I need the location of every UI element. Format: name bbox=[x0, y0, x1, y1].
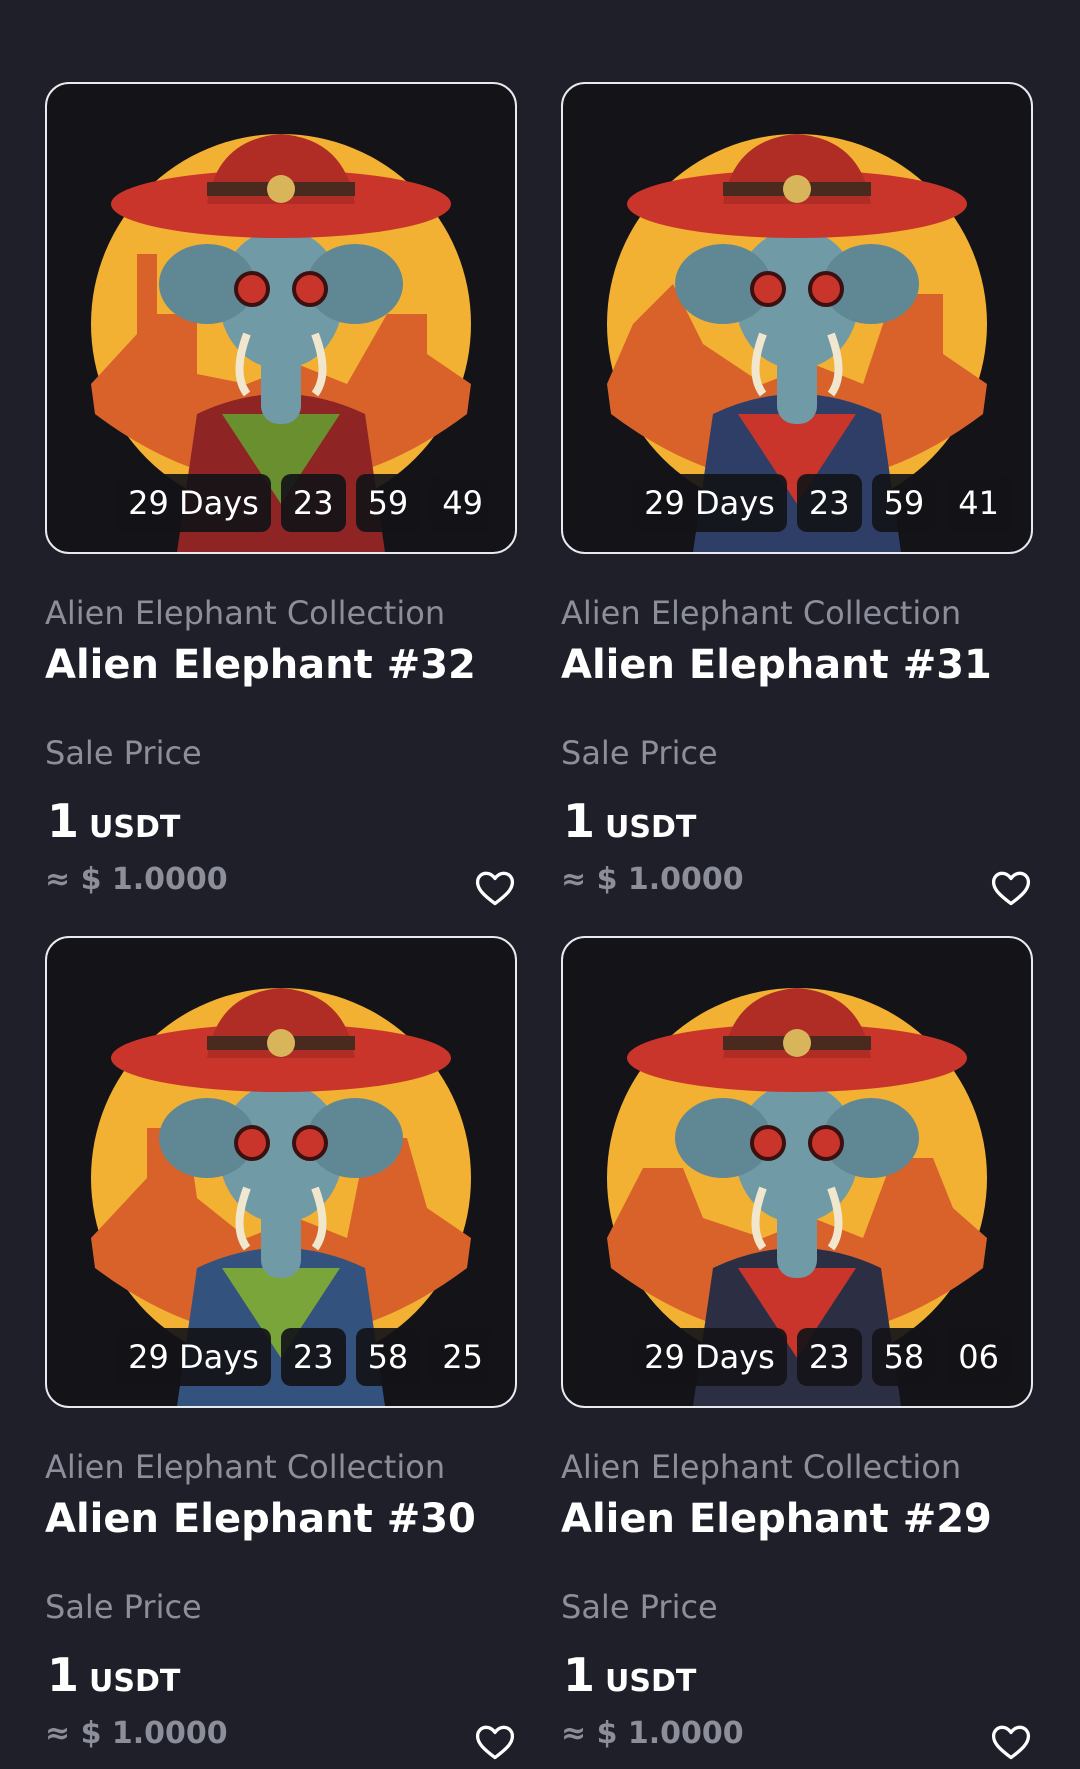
price-value: 1 bbox=[47, 1648, 80, 1702]
sale-price-label: Sale Price bbox=[561, 734, 718, 772]
nft-card[interactable]: 29 Days 23 58 06 Alien Elephant Collecti… bbox=[561, 936, 1033, 1760]
nft-title[interactable]: Alien Elephant #31 bbox=[561, 642, 992, 688]
collection-name[interactable]: Alien Elephant Collection bbox=[45, 594, 445, 632]
nft-card[interactable]: 29 Days 23 58 25 Alien Elephant Collecti… bbox=[45, 936, 517, 1760]
countdown-seconds: 41 bbox=[946, 474, 1011, 532]
countdown-days: 29 Days bbox=[632, 474, 787, 532]
countdown-timer: 29 Days 23 59 49 bbox=[116, 474, 495, 532]
price: 1 USDT bbox=[563, 1648, 696, 1702]
countdown-hours: 23 bbox=[796, 1328, 862, 1386]
sale-price-label: Sale Price bbox=[45, 1588, 202, 1626]
countdown-days: 29 Days bbox=[632, 1328, 787, 1386]
nft-image[interactable]: 29 Days 23 59 41 bbox=[561, 82, 1033, 554]
collection-name[interactable]: Alien Elephant Collection bbox=[561, 594, 961, 632]
nft-title[interactable]: Alien Elephant #29 bbox=[561, 1496, 992, 1542]
countdown-hours: 23 bbox=[280, 474, 346, 532]
countdown-timer: 29 Days 23 58 06 bbox=[632, 1328, 1011, 1386]
price: 1 USDT bbox=[47, 1648, 180, 1702]
countdown-timer: 29 Days 23 59 41 bbox=[632, 474, 1011, 532]
countdown-minutes: 58 bbox=[355, 1328, 421, 1386]
collection-name[interactable]: Alien Elephant Collection bbox=[561, 1448, 961, 1486]
countdown-minutes: 59 bbox=[871, 474, 937, 532]
heart-outline-icon[interactable] bbox=[473, 866, 517, 910]
heart-outline-icon[interactable] bbox=[989, 1720, 1033, 1764]
countdown-seconds: 25 bbox=[430, 1328, 495, 1386]
price: 1 USDT bbox=[563, 794, 696, 848]
heart-outline-icon[interactable] bbox=[989, 866, 1033, 910]
price-unit: USDT bbox=[605, 810, 697, 845]
price-unit: USDT bbox=[605, 1664, 697, 1699]
nft-image[interactable]: 29 Days 23 59 49 bbox=[45, 82, 517, 554]
usd-equivalent: ≈ $ 1.0000 bbox=[45, 1716, 228, 1751]
countdown-days: 29 Days bbox=[116, 474, 271, 532]
nft-card[interactable]: 29 Days 23 59 49 Alien Elephant Collecti… bbox=[45, 82, 517, 906]
price-value: 1 bbox=[563, 1648, 596, 1702]
price-value: 1 bbox=[563, 794, 596, 848]
price-unit: USDT bbox=[89, 810, 181, 845]
usd-equivalent: ≈ $ 1.0000 bbox=[561, 862, 744, 897]
nft-image[interactable]: 29 Days 23 58 25 bbox=[45, 936, 517, 1408]
countdown-minutes: 59 bbox=[355, 474, 421, 532]
countdown-minutes: 58 bbox=[871, 1328, 937, 1386]
sale-price-label: Sale Price bbox=[45, 734, 202, 772]
price-value: 1 bbox=[47, 794, 80, 848]
price-unit: USDT bbox=[89, 1664, 181, 1699]
usd-equivalent: ≈ $ 1.0000 bbox=[561, 1716, 744, 1751]
countdown-timer: 29 Days 23 58 25 bbox=[116, 1328, 495, 1386]
sale-price-label: Sale Price bbox=[561, 1588, 718, 1626]
heart-outline-icon[interactable] bbox=[473, 1720, 517, 1764]
countdown-seconds: 49 bbox=[430, 474, 495, 532]
nft-grid: 29 Days 23 59 49 Alien Elephant Collecti… bbox=[45, 82, 1035, 1760]
nft-card[interactable]: 29 Days 23 59 41 Alien Elephant Collecti… bbox=[561, 82, 1033, 906]
nft-image[interactable]: 29 Days 23 58 06 bbox=[561, 936, 1033, 1408]
countdown-days: 29 Days bbox=[116, 1328, 271, 1386]
collection-name[interactable]: Alien Elephant Collection bbox=[45, 1448, 445, 1486]
price: 1 USDT bbox=[47, 794, 180, 848]
countdown-seconds: 06 bbox=[946, 1328, 1011, 1386]
countdown-hours: 23 bbox=[280, 1328, 346, 1386]
nft-title[interactable]: Alien Elephant #32 bbox=[45, 642, 476, 688]
nft-title[interactable]: Alien Elephant #30 bbox=[45, 1496, 476, 1542]
usd-equivalent: ≈ $ 1.0000 bbox=[45, 862, 228, 897]
countdown-hours: 23 bbox=[796, 474, 862, 532]
